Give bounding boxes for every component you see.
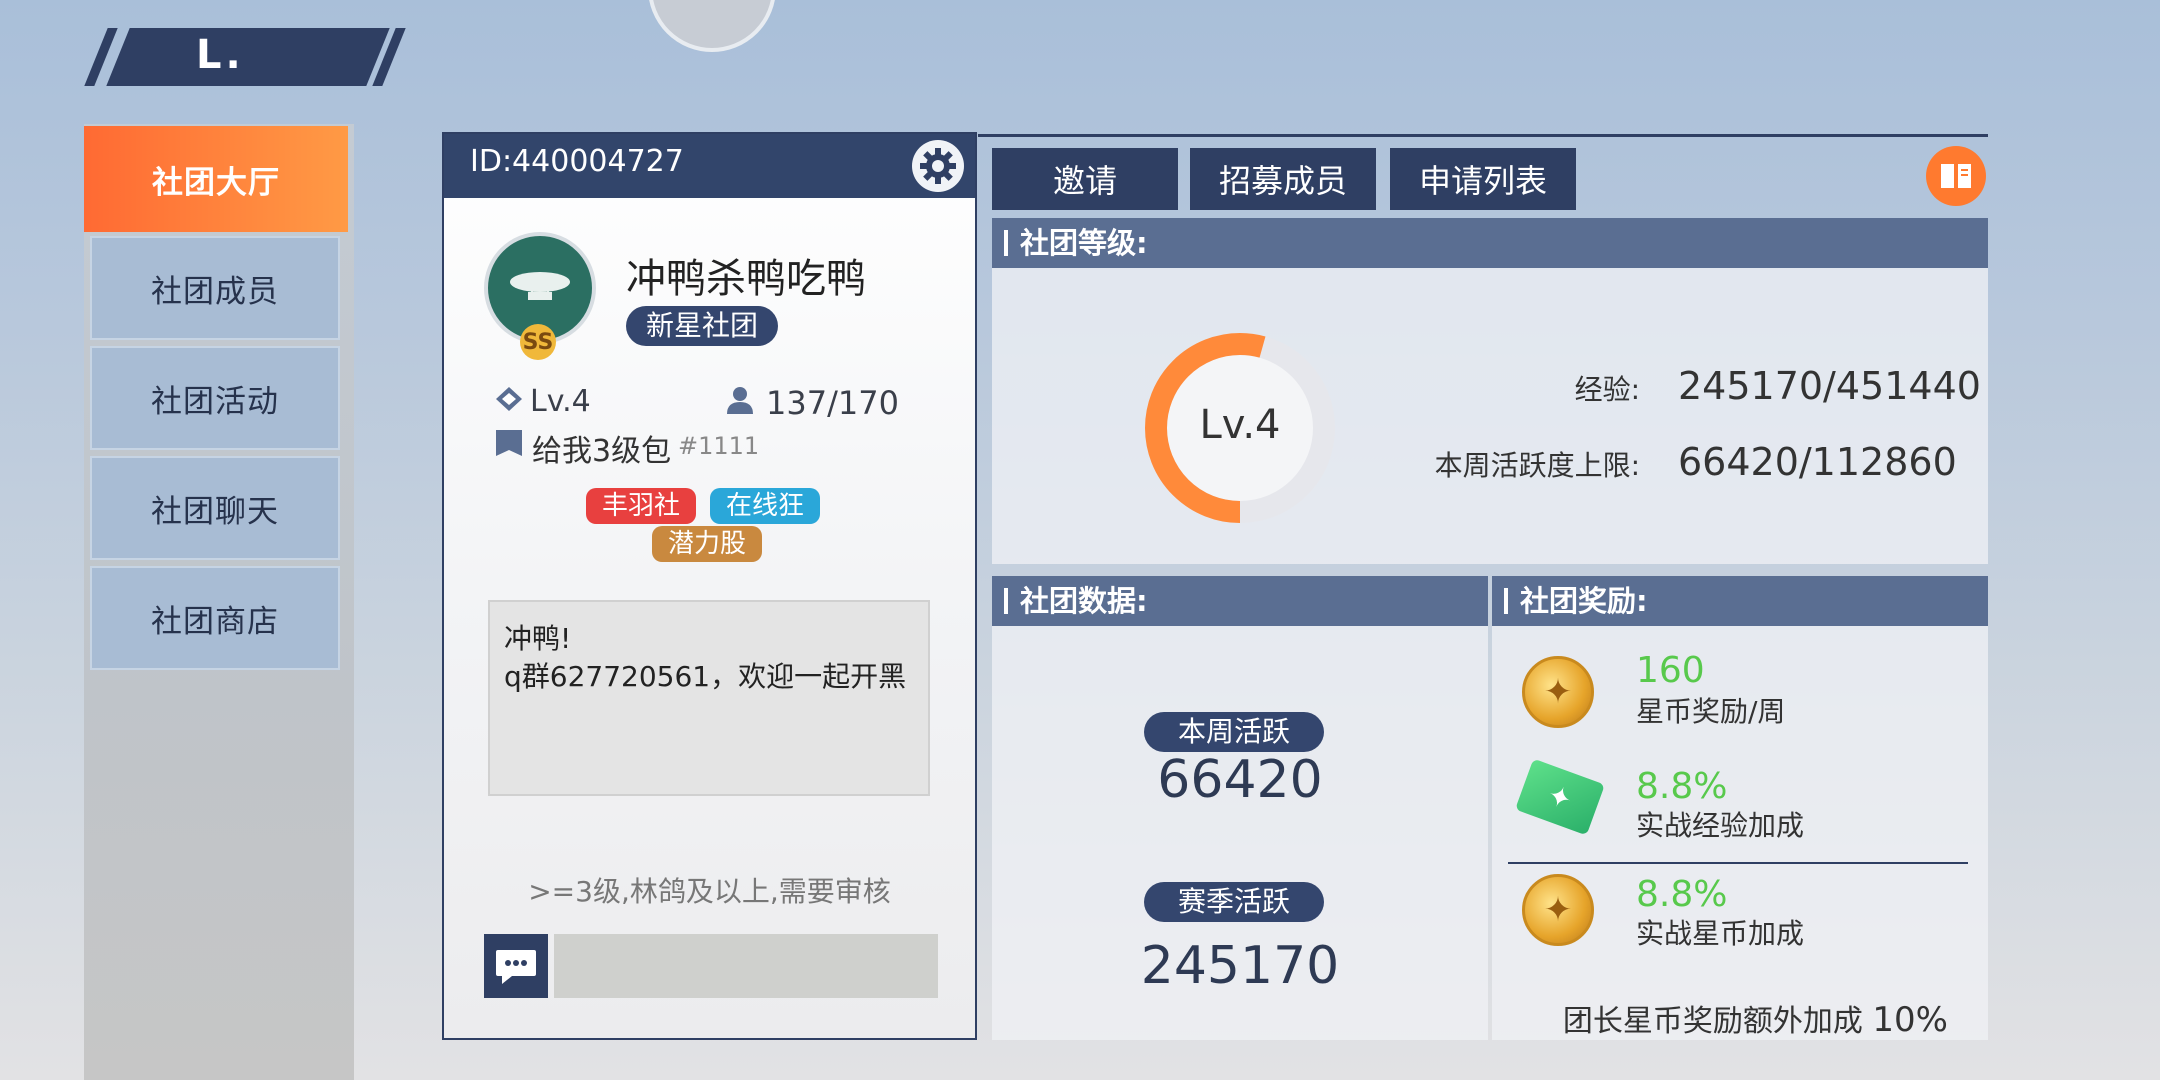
nav-item-hall[interactable]: 社团大厅 <box>84 126 348 232</box>
star-coin-icon: ✦ <box>1522 656 1594 728</box>
applications-button[interactable]: 申请列表 <box>1390 148 1576 210</box>
club-rank-badge: SS <box>520 324 556 360</box>
reward-label: 星币奖励/周 <box>1636 695 1786 728</box>
recruit-button[interactable]: 招募成员 <box>1190 148 1376 210</box>
top-avatar[interactable] <box>648 0 776 52</box>
nav-item-shop[interactable]: 社团商店 <box>90 566 340 670</box>
rules-button[interactable] <box>1926 146 1986 206</box>
club-type-badge: 新星社团 <box>626 306 779 346</box>
member-icon <box>727 387 753 414</box>
reward-value: 160 <box>1636 650 1705 691</box>
data-section-header: 社团数据: <box>992 576 1488 626</box>
chat-button[interactable] <box>484 934 548 998</box>
header-badge: L. <box>84 28 406 86</box>
club-tag: 潜力股 <box>652 526 763 562</box>
exp-value: 245170/451440 <box>1678 364 1981 408</box>
club-notice: 冲鸭! q群627720561，欢迎一起开黑 <box>488 600 930 796</box>
book-icon <box>1941 164 1971 188</box>
club-tag: 在线狂 <box>710 488 821 524</box>
reward-label: 实战星币加成 <box>1636 917 1805 950</box>
reward-label: 实战经验加成 <box>1636 809 1805 842</box>
club-name: 冲鸭杀鸭吃鸭 <box>626 256 866 302</box>
reward-value: 8.8% <box>1636 874 1728 915</box>
nav-item-activities[interactable]: 社团活动 <box>90 346 340 450</box>
chat-bubble-icon <box>496 950 536 984</box>
star-coin-icon: ✦ <box>1522 874 1594 946</box>
level-ring-label: Lv.4 <box>1199 402 1281 448</box>
leader-bonus-value: 10% <box>1872 1000 1948 1040</box>
weekly-activity-label: 本周活跃 <box>1144 712 1325 752</box>
club-tag: 丰羽社 <box>586 488 697 524</box>
season-activity-value: 245170 <box>1140 936 1340 996</box>
reward-divider <box>1508 862 1968 864</box>
club-level: Lv.4 <box>530 384 591 419</box>
club-id: ID:440004727 <box>470 144 684 179</box>
weekly-cap-value: 66420/112860 <box>1678 440 1957 484</box>
nav-item-members[interactable]: 社团成员 <box>90 236 340 340</box>
reward-value: 8.8% <box>1636 766 1728 807</box>
gear-icon <box>920 148 956 184</box>
join-requirement: >=3级,林鸽及以上,需要审核 <box>528 875 891 908</box>
leader-bonus-text: 团长星币奖励额外加成 <box>1562 1004 1863 1039</box>
leader-bonus-label: 团长星币奖励额外加成 10% <box>1492 996 1948 1040</box>
weekly-cap-label: 本周活跃度上限: <box>1434 449 1640 482</box>
season-activity-label: 赛季活跃 <box>1144 882 1325 922</box>
chat-input[interactable] <box>554 934 938 998</box>
header-title: L. <box>196 32 245 78</box>
exp-label: 经验: <box>1574 373 1640 406</box>
leader-name: 给我3级包 <box>532 434 672 469</box>
reward-section-header: 社团奖励: <box>1492 576 1988 626</box>
nav-item-chat[interactable]: 社团聊天 <box>90 456 340 560</box>
top-divider <box>978 134 1988 137</box>
invite-button[interactable]: 邀请 <box>992 148 1178 210</box>
settings-button[interactable] <box>912 140 964 192</box>
level-section-header: 社团等级: <box>992 218 1988 268</box>
leader-tag: #1111 <box>678 432 760 460</box>
member-count: 137/170 <box>766 384 899 422</box>
level-diamond-icon <box>496 387 522 411</box>
leader-flag-icon <box>496 430 522 456</box>
weekly-activity-value: 66420 <box>1157 750 1323 810</box>
